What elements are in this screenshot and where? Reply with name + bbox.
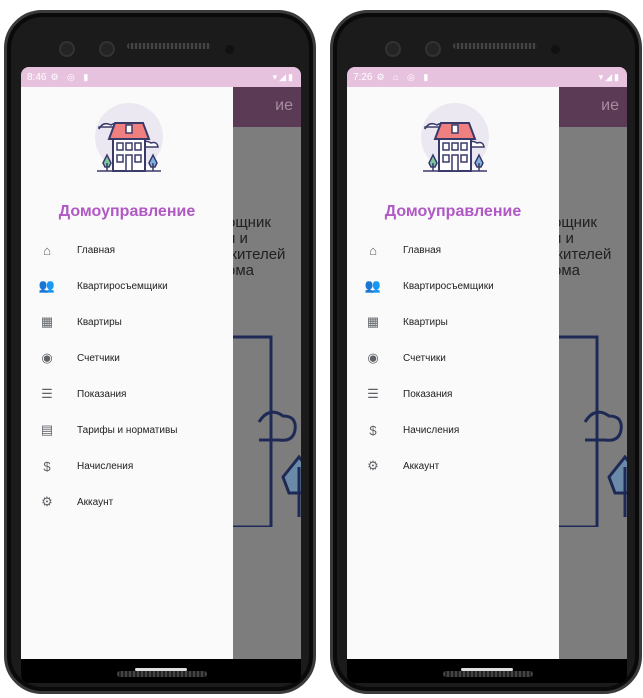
menu-item-home[interactable]: ⌂ Главная [347, 232, 559, 268]
drawer-title: Домоуправление [58, 203, 196, 220]
menu-item-account[interactable]: ⚙ Аккаунт [21, 484, 233, 520]
building-icon: ▦ [40, 314, 54, 329]
front-camera-secondary [99, 41, 115, 57]
home-icon: ⌂ [43, 242, 51, 258]
dollar-icon: $ [369, 422, 377, 438]
menu-item-label: Счетчики [403, 352, 446, 364]
menu-item-label: Главная [403, 244, 442, 256]
menu-item-apartments[interactable]: ▦ Квартиры [347, 304, 559, 340]
menu-item-charges[interactable]: $ Начисления [21, 448, 233, 484]
menu-item-label: Квартиросъемщики [403, 280, 494, 292]
people-icon: 👥 [364, 278, 382, 293]
menu-item-label: Аккаунт [77, 496, 114, 508]
menu-item-readings[interactable]: ☰ Показания [21, 376, 233, 412]
menu-item-apartments[interactable]: ▦ Квартиры [21, 304, 233, 340]
menu-item-meters[interactable]: ◉ Счетчики [347, 340, 559, 376]
status-time: 8:46 [27, 71, 47, 83]
menu-item-tariffs[interactable]: ▤ Тарифы и нормативы [21, 412, 233, 448]
front-camera [59, 41, 75, 57]
house-illustration-icon [557, 335, 627, 527]
front-camera [385, 41, 401, 57]
notification-icons: ⚙ ◎ ▮ [50, 71, 92, 82]
system-icons: ▾◢▮ [272, 71, 295, 82]
menu-item-label: Показания [403, 388, 453, 400]
menu-item-meters[interactable]: ◉ Счетчики [21, 340, 233, 376]
menu-item-label: Начисления [77, 460, 134, 472]
earpiece-speaker [127, 43, 211, 49]
account-settings-icon: ⚙ [41, 494, 53, 509]
menu-item-home[interactable]: ⌂ Главная [21, 232, 233, 268]
menu-item-label: Начисления [403, 424, 460, 436]
menu-item-label: Аккаунт [403, 460, 440, 472]
status-bar: 8:46 ⚙ ◎ ▮ ▾◢▮ [21, 67, 301, 87]
system-icons: ▾◢▮ [598, 71, 621, 82]
main-description: ощник и и жителей ома [227, 214, 286, 279]
appbar-title: ие [601, 97, 619, 114]
menu-item-label: Квартиры [77, 316, 122, 328]
menu-item-account[interactable]: ⚙ Аккаунт [347, 448, 559, 484]
appbar-title: ие [275, 97, 293, 114]
house-logo-icon [95, 103, 163, 172]
menu-item-label: Тарифы и нормативы [77, 424, 178, 436]
meter-icon: ◉ [41, 350, 53, 365]
phone-right: 7:26 ⚙ ⌂ ◎ ▮ ▾◢▮ ие ощник и и жителей ом… [330, 10, 642, 694]
status-bar: 7:26 ⚙ ⌂ ◎ ▮ ▾◢▮ [347, 67, 627, 87]
calculator-icon: ▤ [40, 422, 54, 437]
menu-item-label: Главная [77, 244, 116, 256]
main-description: ощник и и жителей ома [553, 214, 612, 279]
house-illustration-icon [231, 335, 301, 527]
menu-item-readings[interactable]: ☰ Показания [347, 376, 559, 412]
menu-item-label: Квартиросъемщики [77, 280, 168, 292]
bottom-speaker [117, 671, 207, 677]
menu-item-charges[interactable]: $ Начисления [347, 412, 559, 448]
house-logo-icon [421, 103, 489, 172]
menu-item-tenants[interactable]: 👥 Квартиросъемщики [21, 268, 233, 304]
status-time: 7:26 [353, 71, 373, 83]
screen: 7:26 ⚙ ⌂ ◎ ▮ ▾◢▮ ие ощник и и жителей ом… [347, 67, 627, 659]
navigation-drawer: Домоуправление ⌂ Главная 👥 Квартиросъемщик… [347, 87, 559, 659]
bottom-speaker [443, 671, 533, 677]
building-icon: ▦ [366, 314, 380, 329]
notification-icons: ⚙ ⌂ ◎ ▮ [376, 71, 432, 82]
meter-icon: ◉ [367, 350, 379, 365]
proximity-sensor [551, 45, 560, 54]
screen: 8:46 ⚙ ◎ ▮ ▾◢▮ ие ощник и и жителей ома [21, 67, 301, 659]
drawer-menu: ⌂ Главная 👥 Квартиросъемщики ▦ Квартиры ◉ Сч… [347, 232, 559, 484]
proximity-sensor [225, 45, 234, 54]
account-settings-icon: ⚙ [367, 458, 379, 473]
drawer-menu: ⌂ Главная 👥 Квартиросъемщики ▦ Квартиры ◉ Сч… [21, 232, 233, 520]
phone-left: 8:46 ⚙ ◎ ▮ ▾◢▮ ие ощник и и жителей ома [4, 10, 316, 694]
list-icon: ☰ [41, 386, 53, 401]
navigation-drawer: Домоуправление ⌂ Главная 👥 Квартиросъемщик… [21, 87, 233, 659]
dollar-icon: $ [43, 458, 51, 474]
home-icon: ⌂ [369, 242, 377, 258]
menu-item-tenants[interactable]: 👥 Квартиросъемщики [347, 268, 559, 304]
front-camera-secondary [425, 41, 441, 57]
menu-item-label: Показания [77, 388, 127, 400]
drawer-title: Домоуправление [384, 203, 522, 220]
menu-item-label: Квартиры [403, 316, 448, 328]
list-icon: ☰ [367, 386, 379, 401]
people-icon: 👥 [38, 278, 56, 293]
menu-item-label: Счетчики [77, 352, 120, 364]
earpiece-speaker [453, 43, 537, 49]
